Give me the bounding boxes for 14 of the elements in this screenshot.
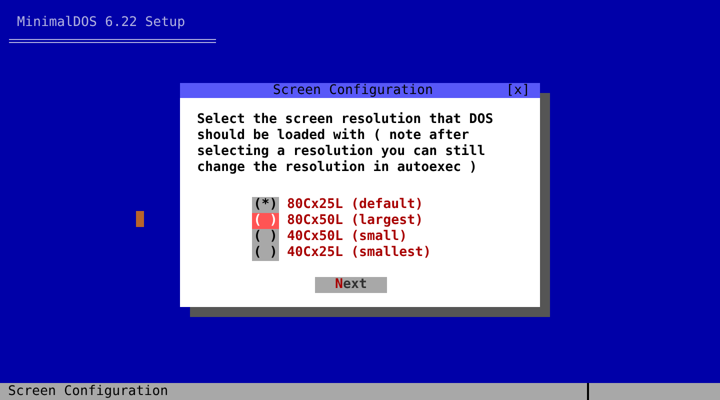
close-button[interactable]: [x] [506, 82, 530, 98]
cursor-block [136, 211, 144, 227]
radio-button[interactable]: (*) [252, 197, 279, 213]
next-button[interactable]: Next [315, 277, 387, 293]
setup-title: MinimalDOS 6.22 Setup [17, 15, 186, 31]
option-label[interactable]: 40Cx50L (small) [287, 229, 408, 245]
dialog-message: Select the screen resolution that DOS should be loaded with ( note after selecting a resolution you can still change the resolution in autoexec ) [197, 112, 494, 176]
radio-button[interactable]: ( ) [252, 245, 279, 261]
option-label[interactable]: 80Cx50L (largest) [287, 213, 424, 229]
dialog-title: Screen Configuration [272, 82, 434, 98]
status-text: Screen Configuration [0, 383, 589, 400]
option-label[interactable]: 40Cx25L (smallest) [287, 245, 432, 261]
option-label[interactable]: 80Cx25L (default) [287, 197, 424, 213]
radio-button[interactable]: ( ) [252, 229, 279, 245]
